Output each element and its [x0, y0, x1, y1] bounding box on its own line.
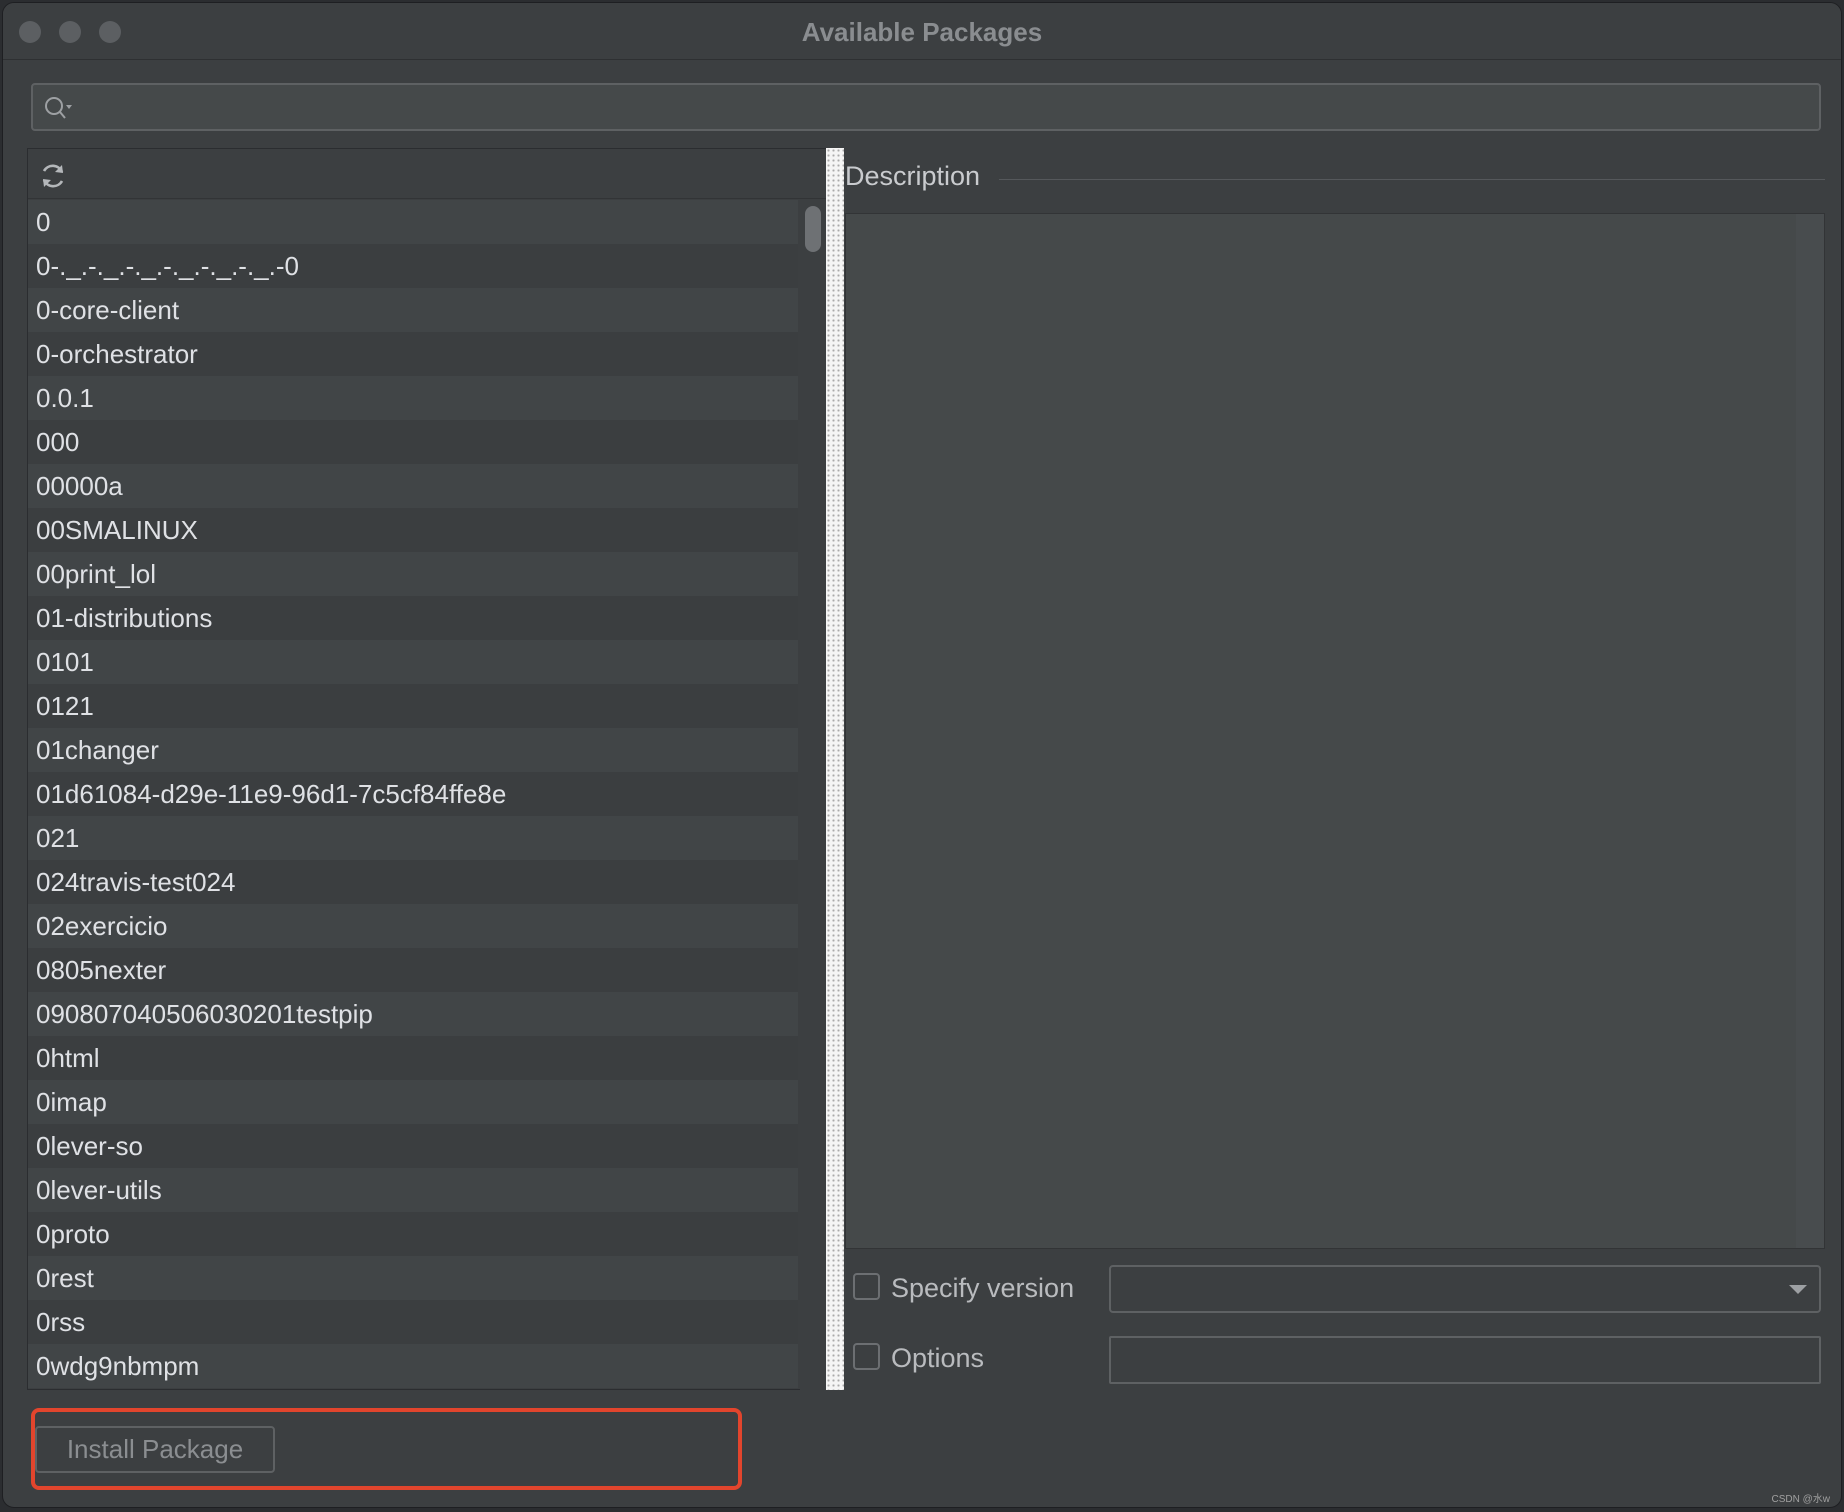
specify-version-checkbox[interactable]	[853, 1273, 880, 1300]
refresh-icon[interactable]	[38, 161, 68, 191]
search-icon[interactable]	[43, 95, 73, 121]
package-list-item[interactable]: 0121	[28, 684, 798, 728]
package-list-scrollbar[interactable]	[800, 200, 826, 1390]
package-list-item[interactable]: 000	[28, 420, 798, 464]
package-list-item[interactable]: 0imap	[28, 1080, 798, 1124]
options-checkbox[interactable]	[853, 1343, 880, 1370]
package-list-item[interactable]: 01changer	[28, 728, 798, 772]
package-list-item[interactable]: 0101	[28, 640, 798, 684]
package-list-item[interactable]: 0-core-client	[28, 288, 798, 332]
list-toolbar	[28, 149, 826, 199]
package-list-item[interactable]: 0lever-utils	[28, 1168, 798, 1212]
options-label: Options	[891, 1343, 985, 1373]
description-divider	[999, 179, 1825, 180]
package-list-item[interactable]: 01-distributions	[28, 596, 798, 640]
available-packages-dialog: Available Packages 0 0-._.-._.-._.-._.-._…	[2, 2, 1842, 1508]
description-scrollbar[interactable]	[1796, 214, 1824, 1248]
package-list-item[interactable]: 02exercicio	[28, 904, 798, 948]
search-input[interactable]	[31, 83, 1821, 131]
package-list-item[interactable]: 0rest	[28, 1256, 798, 1300]
version-select[interactable]	[1109, 1265, 1821, 1313]
package-list-panel: 0 0-._.-._.-._.-._.-._.-._.-0 0-core-clien…	[27, 148, 827, 1390]
panel-splitter[interactable]	[826, 148, 844, 1390]
window-title: Available Packages	[801, 17, 1043, 47]
package-list-item[interactable]: 090807040506030201testpip	[28, 992, 798, 1036]
watermark: CSDN @水w	[1771, 1494, 1831, 1505]
package-list[interactable]: 0 0-._.-._.-._.-._.-._.-._.-0 0-core-clien…	[28, 200, 798, 1390]
description-header: Description	[845, 161, 981, 191]
package-list-item[interactable]: 0-orchestrator	[28, 332, 798, 376]
package-list-item[interactable]: 01d61084-d29e-11e9-96d1-7c5cf84ffe8e	[28, 772, 798, 816]
install-package-button[interactable]: Install Package	[35, 1426, 275, 1473]
package-list-item[interactable]: 0.0.1	[28, 376, 798, 420]
package-list-item[interactable]: 00print_lol	[28, 552, 798, 596]
specify-version-label: Specify version	[891, 1273, 1075, 1303]
package-list-item[interactable]: 024travis-test024	[28, 860, 798, 904]
package-list-item[interactable]: 0lever-so	[28, 1124, 798, 1168]
package-list-item[interactable]: 0-._.-._.-._.-._.-._.-._.-0	[28, 244, 798, 288]
package-list-item[interactable]: 0805nexter	[28, 948, 798, 992]
package-list-item[interactable]: 0proto	[28, 1212, 798, 1256]
package-list-item[interactable]: 0html	[28, 1036, 798, 1080]
description-panel	[845, 213, 1825, 1249]
package-list-item[interactable]: 0	[28, 200, 798, 244]
package-list-item[interactable]: 0wdg9nbmpm	[28, 1344, 798, 1388]
scrollbar-thumb[interactable]	[805, 206, 821, 252]
package-list-item[interactable]: 00SMALINUX	[28, 508, 798, 552]
package-list-item[interactable]: 0rss	[28, 1300, 798, 1344]
options-input[interactable]	[1109, 1336, 1821, 1384]
package-list-item[interactable]: 00000a	[28, 464, 798, 508]
chevron-down-icon	[1789, 1285, 1807, 1294]
title-bar: Available Packages	[3, 3, 1841, 60]
package-list-item[interactable]: 021	[28, 816, 798, 860]
